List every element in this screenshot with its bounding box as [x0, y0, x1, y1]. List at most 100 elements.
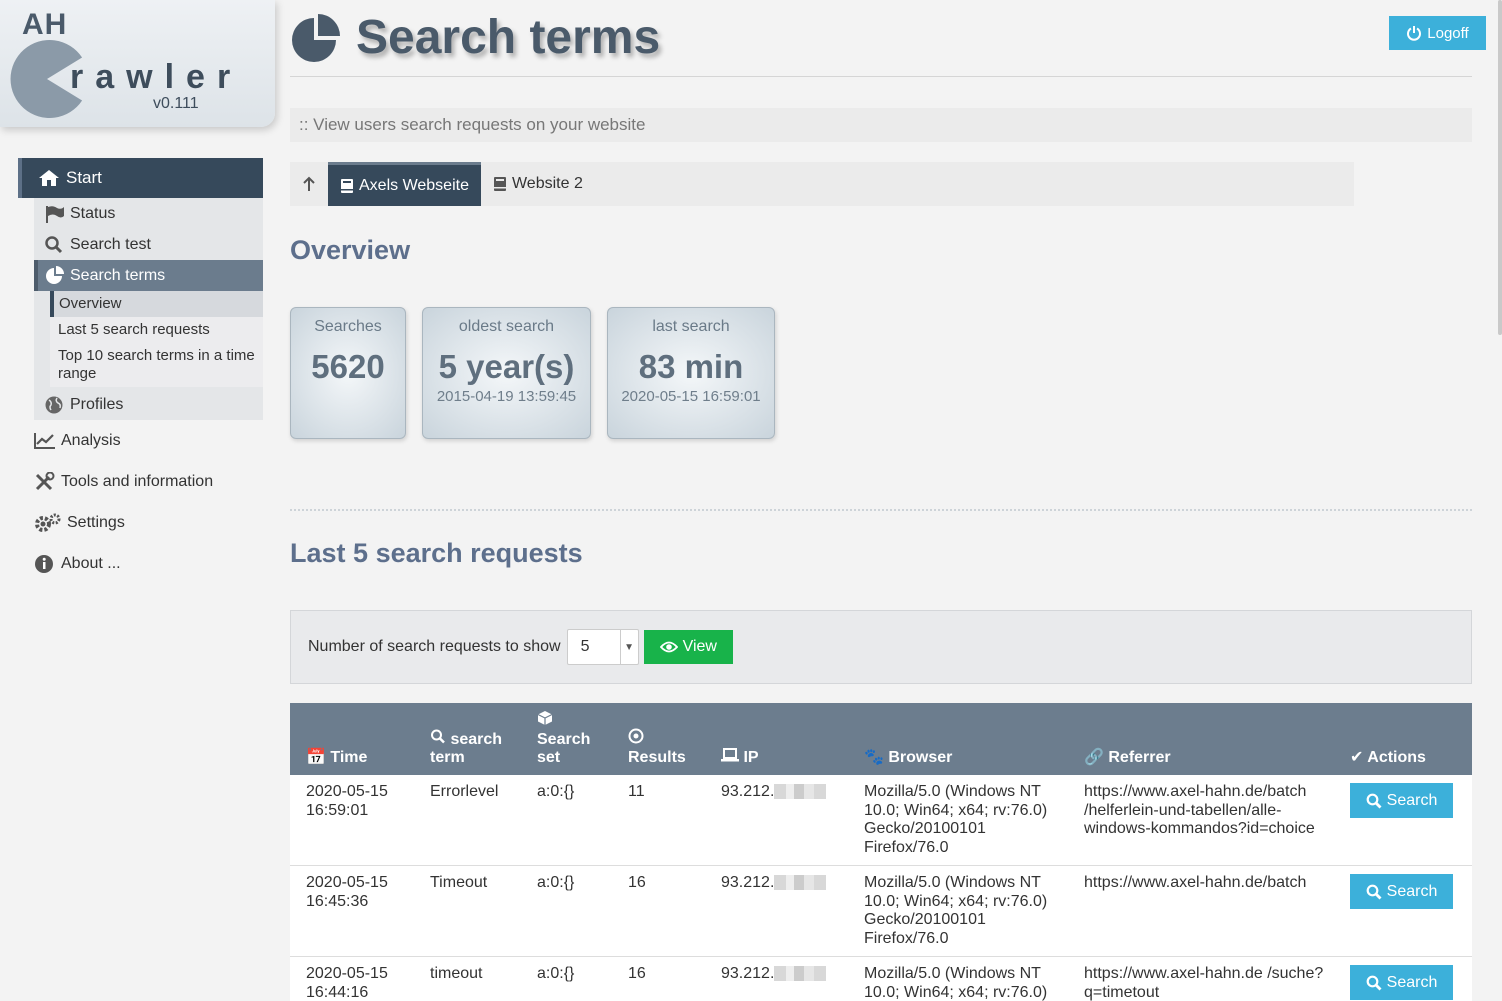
- search-button[interactable]: Search: [1350, 874, 1453, 909]
- header-label: Search set: [537, 731, 591, 766]
- search-button-label: Search: [1386, 882, 1438, 900]
- tile-value: 5 year(s): [438, 348, 575, 385]
- column-header-time[interactable]: 📅 Time: [290, 703, 414, 775]
- nav-item-profiles[interactable]: Profiles: [34, 389, 263, 420]
- link-icon: 🔗: [1084, 749, 1104, 766]
- logo-crawler: rawler: [70, 58, 243, 96]
- nav-top-label: Settings: [67, 513, 125, 531]
- column-header-ip[interactable]: IP: [705, 703, 848, 775]
- nav-item-status[interactable]: Status: [34, 198, 263, 229]
- sidebar: AH rawler v0.111 Start Status Search tes…: [0, 0, 275, 1001]
- search-button[interactable]: Search: [1350, 965, 1453, 1000]
- tile-searches: Searches 5620: [290, 307, 406, 439]
- logo-ah: AH: [22, 8, 68, 41]
- tools-icon: [35, 471, 55, 490]
- nav-analysis[interactable]: Analysis: [18, 420, 263, 461]
- request-count-label: Number of search requests to show: [308, 638, 561, 655]
- view-button[interactable]: View: [643, 630, 733, 664]
- last-requests-heading: Last 5 search requests: [290, 538, 583, 569]
- cell-browser: Mozilla/5.0 (Windows NT 10.0; Win64; x64…: [848, 956, 1068, 1001]
- title-divider: [290, 76, 1472, 77]
- page-header: Search terms: [290, 10, 660, 65]
- search-button[interactable]: Search: [1350, 783, 1453, 818]
- header-label: Time: [330, 749, 368, 766]
- cell-referrer: https://www.axel-hahn.de/batch: [1068, 865, 1334, 957]
- tile-value: 83 min: [638, 348, 744, 385]
- cell-browser: Mozilla/5.0 (Windows NT 10.0; Win64; x64…: [848, 865, 1068, 957]
- search-icon: [1366, 975, 1382, 990]
- laptop-icon: [721, 748, 739, 762]
- heading-text: search requests: [368, 538, 583, 568]
- view-label: View: [682, 638, 717, 655]
- cell-search-set: a:0:{}: [521, 956, 612, 1001]
- request-count-form: Number of search requests to show 5 ▼ Vi…: [290, 610, 1472, 684]
- logo-version: v0.111: [153, 95, 199, 112]
- page-title: Search terms: [356, 11, 661, 64]
- column-header-browser[interactable]: 🐾 Browser: [848, 703, 1068, 775]
- cell-referrer: https://www.axel-hahn.de /suche?q=timeto…: [1068, 956, 1334, 1001]
- tab-website-2[interactable]: Website 2: [481, 162, 595, 206]
- cell-search-term: Errorlevel: [414, 775, 521, 866]
- calendar-icon: 📅: [306, 749, 326, 766]
- nav-item-label: Profiles: [70, 395, 124, 413]
- tile-timestamp: 2015-04-19 13:59:45: [436, 388, 577, 405]
- cell-ip: 93.212.: [705, 775, 848, 866]
- tile-label: last search: [652, 318, 730, 335]
- cell-time: 2020-05-15 16:44:16: [290, 956, 414, 1001]
- select-value: 5: [580, 638, 590, 655]
- cell-ip: 93.212.: [705, 865, 848, 957]
- nav-subitem-top-search-terms[interactable]: Top 10 search terms in a time range: [50, 343, 263, 387]
- cell-actions: Search: [1334, 956, 1472, 1001]
- nav-about[interactable]: About ...: [18, 543, 263, 584]
- tab-axels-webseite[interactable]: Axels Webseite: [328, 162, 481, 206]
- header-label: Browser: [888, 749, 953, 766]
- cell-browser: Mozilla/5.0 (Windows NT 10.0; Win64; x64…: [848, 775, 1068, 866]
- column-header-results[interactable]: Results: [612, 703, 705, 775]
- cell-actions: Search: [1334, 775, 1472, 866]
- logoff-label: Logoff: [1427, 24, 1469, 42]
- home-icon: [39, 170, 59, 186]
- logoff-button[interactable]: Logoff: [1389, 16, 1486, 50]
- cell-search-set: a:0:{}: [521, 775, 612, 866]
- chevron-down-icon: ▼: [619, 630, 638, 664]
- ip-redacted: [774, 966, 827, 982]
- nav-item-search-terms[interactable]: Search terms: [34, 260, 263, 291]
- arrow-up-icon: [303, 176, 315, 191]
- book-icon: [341, 178, 353, 193]
- nav-settings[interactable]: Settings: [18, 502, 263, 543]
- nav-subitem-last-search-requests[interactable]: Last 5 search requests: [50, 317, 263, 343]
- column-header-referrer[interactable]: 🔗 Referrer: [1068, 703, 1334, 775]
- globe-icon: [45, 396, 63, 413]
- check-icon: ✔: [1350, 749, 1364, 766]
- cell-actions: Search: [1334, 865, 1472, 957]
- website-tabs: Axels Webseite Website 2: [290, 162, 1354, 206]
- nav-start[interactable]: Start: [18, 158, 263, 198]
- nav-item-label: Search terms: [70, 266, 166, 284]
- nav-subitem-overview[interactable]: Overview: [50, 291, 263, 317]
- nav-item-label: Search test: [70, 235, 151, 253]
- ip-prefix: 93.212.: [721, 965, 775, 982]
- cell-results: 16: [612, 865, 705, 957]
- table-row: 2020-05-15 16:44:16 timeout a:0:{} 16 93…: [290, 956, 1472, 1001]
- nav-item-search-test[interactable]: Search test: [34, 229, 263, 260]
- nav-tools[interactable]: Tools and information: [18, 461, 263, 502]
- column-header-search-term[interactable]: search term: [414, 703, 521, 775]
- cell-search-term: Timeout: [414, 865, 521, 957]
- column-header-search-set[interactable]: Search set: [521, 703, 612, 775]
- table-row: 2020-05-15 16:59:01 Errorlevel a:0:{} 11…: [290, 775, 1472, 866]
- cell-time: 2020-05-15 16:59:01: [290, 775, 414, 866]
- app-logo[interactable]: AH rawler v0.111: [0, 0, 275, 127]
- cell-time: 2020-05-15 16:45:36: [290, 865, 414, 957]
- ip-redacted: [774, 784, 827, 800]
- cube-icon: [537, 711, 553, 725]
- vertical-scrollbar[interactable]: [1498, 0, 1502, 335]
- cell-ip: 93.212.: [705, 956, 848, 1001]
- request-count-select[interactable]: 5 ▼: [566, 629, 639, 665]
- column-header-actions[interactable]: ✔ Actions: [1334, 703, 1472, 775]
- header-label: IP: [743, 749, 759, 766]
- up-arrow-button[interactable]: [290, 162, 328, 206]
- power-icon: [1407, 26, 1422, 41]
- ip-prefix: 93.212.: [721, 874, 775, 891]
- tile-timestamp: 2020-05-15 16:59:01: [621, 388, 761, 405]
- tab-label: Website 2: [511, 175, 583, 192]
